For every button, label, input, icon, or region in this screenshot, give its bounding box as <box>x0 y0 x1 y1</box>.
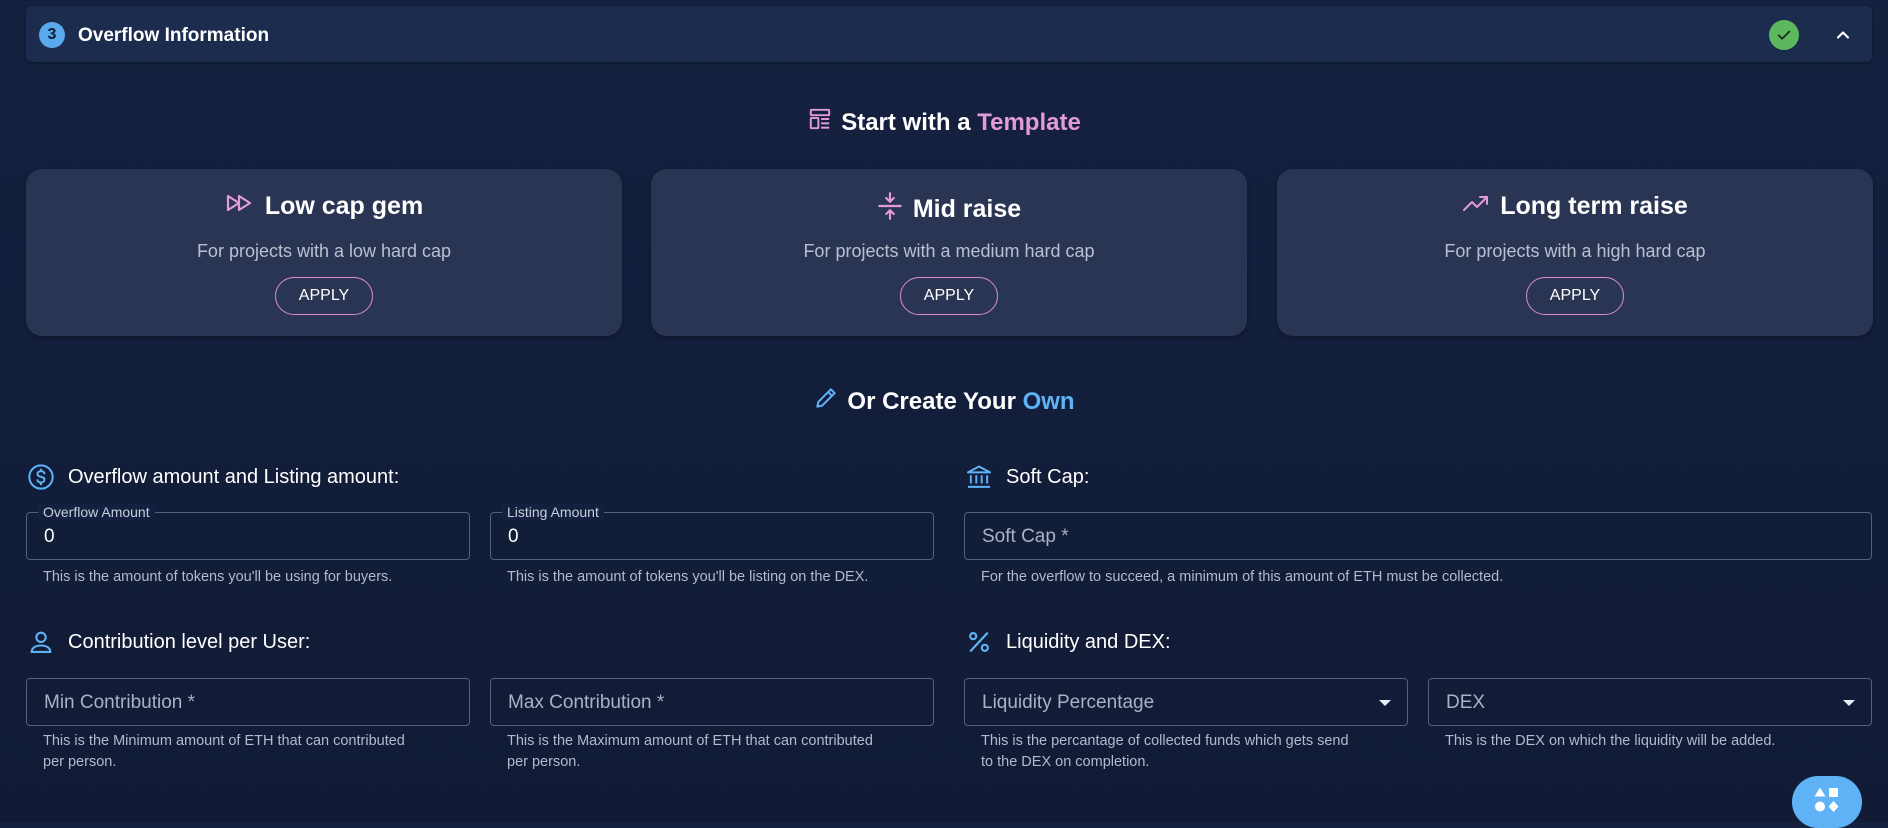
templates-heading-prefix: Start with a <box>841 108 971 136</box>
card-title: Low cap gem <box>264 192 424 220</box>
liquidity-heading: Liquidity and DEX: <box>964 627 1171 657</box>
trending-up-icon <box>1462 191 1490 222</box>
overflow-amount-field[interactable]: Overflow Amount 0 <box>26 504 470 560</box>
accordion-header[interactable]: 3 Overflow Information <box>26 6 1872 62</box>
user-icon <box>26 627 56 657</box>
templates-heading-accent: Template <box>977 108 1081 136</box>
min-contribution-helper-line-2: per person. <box>43 754 117 770</box>
dex-helper: This is the DEX on which the liquidity w… <box>1445 733 1776 749</box>
template-card-long-term: Long term raise For projects with a high… <box>1277 169 1873 336</box>
template-icon <box>807 106 833 139</box>
liquidity-heading-label: Liquidity and DEX: <box>1006 630 1171 653</box>
liquidity-percentage-helper: This is the percantage of collected fund… <box>981 731 1349 773</box>
custom-heading-prefix: Or Create Your <box>847 387 1016 415</box>
apply-button-low-cap[interactable]: APPLY <box>275 277 373 315</box>
max-contribution-helper-line-2: per person. <box>507 754 581 770</box>
templates-heading: Start with a Template <box>0 106 1888 139</box>
listing-amount-field[interactable]: Listing Amount 0 <box>490 504 934 560</box>
check-icon <box>1769 20 1799 50</box>
max-contribution-helper: This is the Maximum amount of ETH that c… <box>507 731 873 773</box>
custom-heading-accent: Own <box>1022 387 1075 415</box>
max-contribution-helper-line-1: This is the Maximum amount of ETH that c… <box>507 733 873 749</box>
dex-placeholder: DEX <box>1446 692 1486 713</box>
soft-cap-helper: For the overflow to succeed, a minimum o… <box>981 569 1504 585</box>
accordion-title: Overflow Information <box>78 25 270 46</box>
liquidity-helper-line-1: This is the percantage of collected fund… <box>981 733 1349 749</box>
caret-down-icon <box>1843 700 1855 706</box>
dollar-icon <box>26 462 56 492</box>
min-contribution-helper-line-1: This is the Minimum amount of ETH that c… <box>43 733 405 749</box>
liquidity-percentage-select[interactable]: Liquidity Percentage <box>964 678 1408 726</box>
amounts-heading-label: Overflow amount and Listing amount: <box>68 465 400 488</box>
listing-amount-value: 0 <box>508 526 519 547</box>
min-contribution-field[interactable]: Min Contribution * <box>26 678 470 726</box>
card-description: For projects with a medium hard cap <box>803 241 1095 261</box>
dex-select[interactable]: DEX <box>1428 678 1872 726</box>
max-contribution-placeholder: Max Contribution * <box>508 692 665 713</box>
percent-icon <box>964 627 994 657</box>
amounts-heading: Overflow amount and Listing amount: <box>26 462 399 492</box>
fast-forward-icon <box>225 191 255 222</box>
overflow-amount-helper: This is the amount of tokens you'll be u… <box>43 569 393 585</box>
card-description: For projects with a low hard cap <box>196 241 452 261</box>
chevron-up-icon[interactable] <box>1830 22 1856 48</box>
compress-icon <box>877 191 903 228</box>
soft-cap-field[interactable]: Soft Cap * <box>964 512 1872 560</box>
min-contribution-placeholder: Min Contribution * <box>44 692 196 713</box>
step-number-badge: 3 <box>39 22 65 48</box>
listing-amount-helper: This is the amount of tokens you'll be l… <box>507 569 869 585</box>
liquidity-percentage-placeholder: Liquidity Percentage <box>982 692 1155 713</box>
caret-down-icon <box>1379 700 1391 706</box>
apply-button-mid-raise[interactable]: APPLY <box>900 277 998 315</box>
soft-cap-placeholder: Soft Cap * <box>982 526 1069 547</box>
overflow-amount-label: Overflow Amount <box>38 504 155 520</box>
soft-cap-heading: Soft Cap: <box>964 462 1089 492</box>
contribution-heading: Contribution level per User: <box>26 627 310 657</box>
shapes-icon <box>1812 785 1842 820</box>
contribution-heading-label: Contribution level per User: <box>68 630 311 653</box>
max-contribution-field[interactable]: Max Contribution * <box>490 678 934 726</box>
card-description: For projects with a high hard cap <box>1444 241 1706 261</box>
liquidity-helper-line-2: to the DEX on completion. <box>981 754 1150 770</box>
pencil-icon <box>813 385 839 418</box>
card-title: Mid raise <box>912 195 1022 223</box>
bank-icon <box>964 462 994 492</box>
listing-amount-label: Listing Amount <box>502 504 604 520</box>
custom-heading: Or Create Your Own <box>0 385 1888 418</box>
apps-fab-button[interactable] <box>1792 776 1862 828</box>
template-card-mid-raise: Mid raise For projects with a medium har… <box>651 169 1247 336</box>
apply-button-long-term[interactable]: APPLY <box>1526 277 1624 315</box>
overflow-amount-value: 0 <box>44 526 55 547</box>
soft-cap-heading-label: Soft Cap: <box>1006 465 1090 488</box>
min-contribution-helper: This is the Minimum amount of ETH that c… <box>43 731 405 773</box>
card-title: Long term raise <box>1500 192 1688 220</box>
template-card-low-cap: Low cap gem For projects with a low hard… <box>26 169 622 336</box>
